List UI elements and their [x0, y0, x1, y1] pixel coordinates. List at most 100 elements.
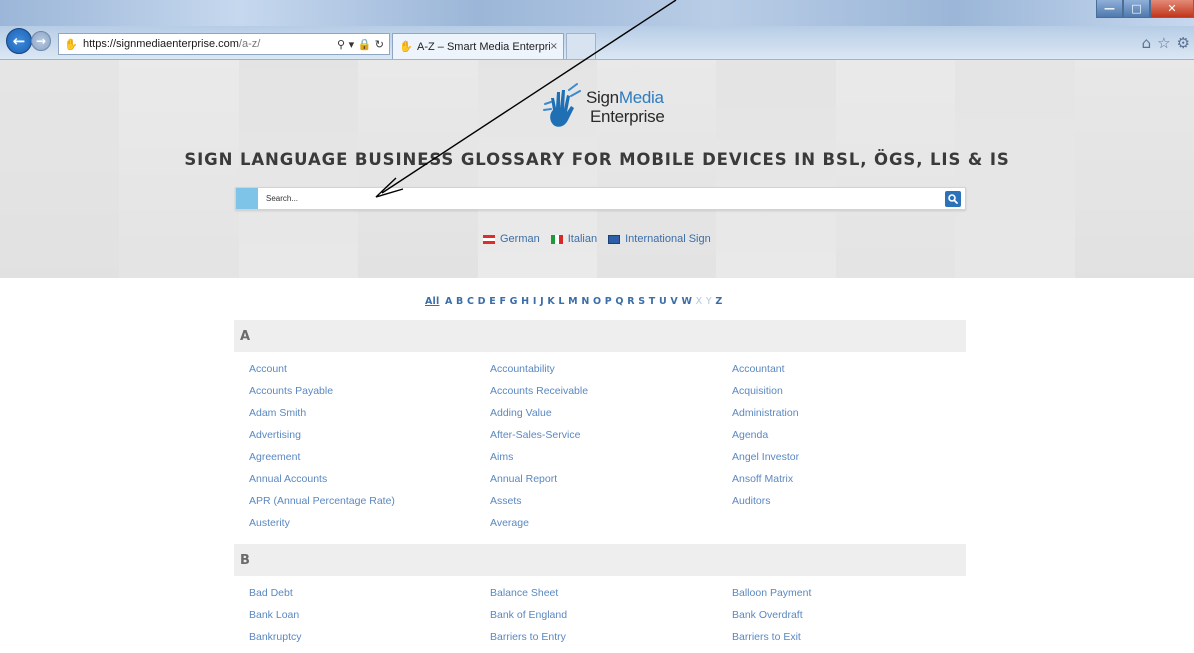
url-host: https://signmediaenterprise.com: [83, 38, 239, 50]
glossary-term-link[interactable]: Bank Loan: [249, 609, 490, 621]
glossary-term-link[interactable]: Balance Sheet: [490, 587, 732, 599]
glossary-term-link[interactable]: Accounts Payable: [249, 385, 490, 397]
alphabet-letter-t[interactable]: T: [649, 296, 656, 307]
language-link-german[interactable]: German: [483, 233, 540, 245]
glossary-term-link[interactable]: Bank Overdraft: [732, 609, 803, 621]
glossary-term-link[interactable]: Barriers to Exit: [732, 631, 801, 643]
section-header-b: B: [234, 544, 966, 576]
language-link-international-sign[interactable]: International Sign: [608, 233, 711, 245]
address-tools-icon[interactable]: ⚲ ▾ 🔒 ↻: [337, 38, 384, 51]
search-accent-block: [236, 188, 258, 209]
glossary-term-link[interactable]: Angel Investor: [732, 451, 799, 463]
glossary-term-link[interactable]: Advertising: [249, 429, 490, 441]
alphabet-letter-z[interactable]: Z: [715, 296, 722, 307]
term-row: Account Accountability Accountant: [249, 358, 966, 380]
glossary-term-link[interactable]: Bankruptcy: [249, 631, 490, 643]
alphabet-letter-i[interactable]: I: [533, 296, 537, 307]
glossary-term-link[interactable]: Accountability: [490, 363, 732, 375]
logo-text: SignMedia: [586, 88, 664, 107]
tab-close-icon[interactable]: ×: [550, 41, 558, 52]
glossary-term-link[interactable]: Agreement: [249, 451, 490, 463]
browser-tab[interactable]: ✋ A-Z – Smart Media Enterpri... ×: [392, 33, 564, 59]
alphabet-letter-l[interactable]: L: [558, 296, 564, 307]
glossary-term-link[interactable]: Accountant: [732, 363, 785, 375]
alphabet-letter-a[interactable]: A: [445, 296, 453, 307]
glossary-term-link[interactable]: Adding Value: [490, 407, 732, 419]
back-button[interactable]: ←: [6, 28, 32, 54]
hand-logo-icon: [543, 83, 581, 127]
search-input[interactable]: [258, 188, 945, 209]
alphabet-letter-e[interactable]: E: [489, 296, 496, 307]
url-text[interactable]: https://signmediaenterprise.com/a-z/: [83, 38, 337, 50]
glossary-term-link[interactable]: Adam Smith: [249, 407, 490, 419]
language-label: German: [500, 233, 540, 245]
alphabet-letter-x: X: [695, 296, 703, 307]
glossary-term-link[interactable]: Account: [249, 363, 490, 375]
alphabet-letter-h[interactable]: H: [521, 296, 529, 307]
alphabet-letter-s[interactable]: S: [638, 296, 645, 307]
alphabet-letter-g[interactable]: G: [510, 296, 518, 307]
austria-flag-icon: [483, 234, 495, 244]
alphabet-letter-m[interactable]: M: [568, 296, 578, 307]
search-button[interactable]: [945, 190, 961, 207]
term-row: APR (Annual Percentage Rate) Assets Audito…: [249, 490, 966, 512]
alphabet-letter-d[interactable]: D: [478, 296, 486, 307]
alphabet-letter-q[interactable]: Q: [615, 296, 623, 307]
window-controls: — □ ✕: [1096, 0, 1194, 18]
forward-arrow-icon: →: [35, 34, 47, 48]
glossary-term-link[interactable]: Administration: [732, 407, 799, 419]
glossary-term-link[interactable]: Average: [490, 517, 732, 529]
glossary-term-link[interactable]: Aims: [490, 451, 732, 463]
alphabet-letter-f[interactable]: F: [499, 296, 506, 307]
alphabet-letter-b[interactable]: B: [456, 296, 463, 307]
glossary-term-link[interactable]: Austerity: [249, 517, 490, 529]
term-row: Advertising After-Sales-Service Agenda: [249, 424, 966, 446]
glossary-term-link[interactable]: Bad Debt: [249, 587, 490, 599]
glossary-term-link[interactable]: Annual Report: [490, 473, 732, 485]
glossary-term-link[interactable]: Barriers to Entry: [490, 631, 732, 643]
minimize-button[interactable]: —: [1096, 0, 1123, 18]
forward-button[interactable]: →: [31, 31, 51, 51]
term-row: Bankruptcy Barriers to Entry Barriers to E…: [249, 626, 966, 648]
glossary-term-link[interactable]: Annual Accounts: [249, 473, 490, 485]
alphabet-letter-c[interactable]: C: [467, 296, 474, 307]
term-row: Bank Loan Bank of England Bank Overdraft: [249, 604, 966, 626]
glossary-term-link[interactable]: Bank of England: [490, 609, 732, 621]
glossary-term-link[interactable]: Ansoff Matrix: [732, 473, 793, 485]
new-tab-button[interactable]: [566, 33, 596, 59]
glossary-term-link[interactable]: Acquisition: [732, 385, 783, 397]
search-icon: [948, 193, 958, 204]
language-link-italian[interactable]: Italian: [550, 233, 598, 245]
address-bar[interactable]: ✋ https://signmediaenterprise.com/a-z/ ⚲…: [58, 33, 390, 55]
alphabet-all-link[interactable]: All: [425, 296, 439, 307]
alphabet-letter-o[interactable]: O: [593, 296, 601, 307]
section-header-a: A: [234, 320, 966, 352]
alphabet-letter-w[interactable]: W: [681, 296, 692, 307]
alphabet-letter-j[interactable]: J: [540, 296, 544, 307]
glossary-term-link[interactable]: After-Sales-Service: [490, 429, 732, 441]
close-window-button[interactable]: ✕: [1150, 0, 1194, 18]
glossary-term-link[interactable]: Accounts Receivable: [490, 385, 732, 397]
glossary-term-link[interactable]: Auditors: [732, 495, 771, 507]
language-label: Italian: [567, 233, 598, 245]
site-favicon-icon: ✋: [64, 38, 78, 51]
glossary-term-link[interactable]: Agenda: [732, 429, 768, 441]
title-bar: — □ ✕: [0, 0, 1194, 26]
favorites-star-icon[interactable]: ☆: [1157, 34, 1170, 52]
alphabet-letter-n[interactable]: N: [581, 296, 589, 307]
page-headline: SIGN LANGUAGE BUSINESS GLOSSARY FOR MOBI…: [184, 150, 1010, 169]
glossary-term-link[interactable]: APR (Annual Percentage Rate): [249, 495, 490, 507]
term-row: Agreement Aims Angel Investor: [249, 446, 966, 468]
glossary-term-link[interactable]: Assets: [490, 495, 732, 507]
maximize-button[interactable]: □: [1123, 0, 1150, 18]
alphabet-letter-r[interactable]: R: [627, 296, 635, 307]
alphabet-letter-u[interactable]: U: [659, 296, 667, 307]
alphabet-letter-p[interactable]: P: [605, 296, 612, 307]
settings-gear-icon[interactable]: ⚙: [1177, 34, 1190, 52]
alphabet-letter-k[interactable]: K: [547, 296, 555, 307]
glossary-term-link[interactable]: Balloon Payment: [732, 587, 811, 599]
alphabet-letter-v[interactable]: V: [670, 296, 678, 307]
home-icon[interactable]: ⌂: [1142, 34, 1152, 52]
logo-subtext: Enterprise: [590, 107, 665, 126]
site-logo[interactable]: SignMedia Enterprise: [539, 80, 665, 134]
